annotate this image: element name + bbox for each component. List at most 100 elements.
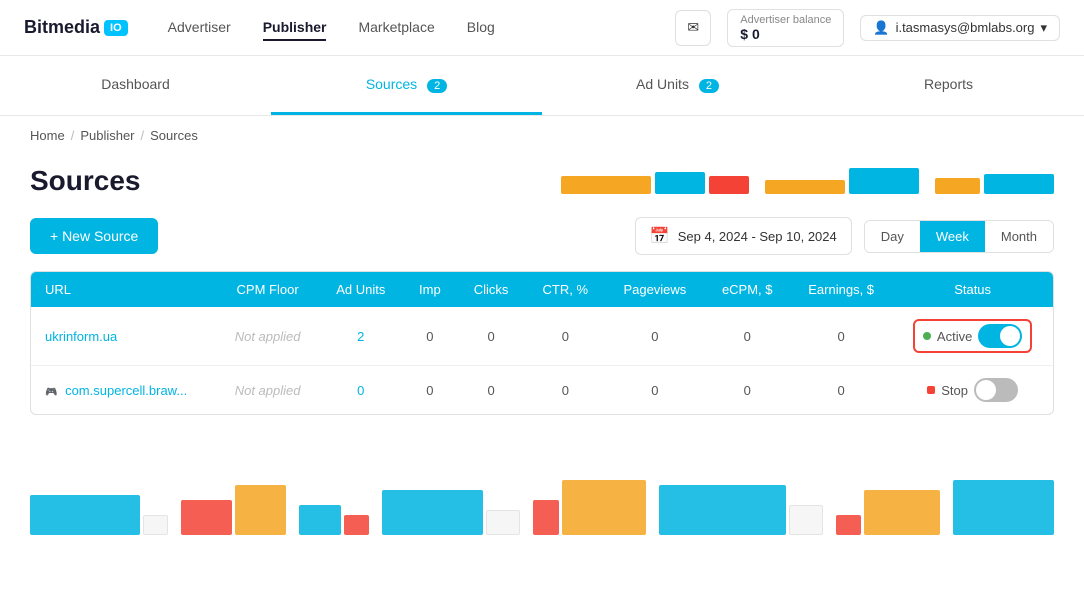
sources-table: URL CPM Floor Ad Units Imp Clicks CTR, %…: [30, 271, 1054, 415]
chevron-down-icon: ▾: [1040, 20, 1047, 36]
breadcrumb-publisher[interactable]: Publisher: [80, 128, 134, 143]
sub-nav-reports[interactable]: Reports: [813, 56, 1084, 115]
row1-earnings: 0: [790, 307, 892, 366]
user-menu[interactable]: 👤 i.tasmasys@bmlabs.org ▾: [860, 15, 1060, 41]
sources-header: Sources: [30, 165, 1054, 197]
row2-earnings: 0: [790, 366, 892, 415]
new-source-button[interactable]: + New Source: [30, 218, 158, 254]
col-cpm-floor: CPM Floor: [217, 272, 319, 307]
row1-status: Active: [892, 307, 1053, 366]
row1-toggle-knob: [1000, 326, 1020, 346]
row2-toggle-knob: [976, 380, 996, 400]
row1-ad-units: 2: [319, 307, 403, 366]
row1-url: ukrinform.ua: [31, 307, 217, 366]
row2-ad-units: 0: [319, 366, 403, 415]
table-body: ukrinform.ua Not applied 2 0 0 0 0 0 0: [31, 307, 1053, 414]
col-imp: Imp: [403, 272, 457, 307]
chart-bar-3: [709, 176, 749, 194]
col-ad-units: Ad Units: [319, 272, 403, 307]
row1-pageviews: 0: [605, 307, 704, 366]
row2-url: 🎮 com.supercell.braw...: [31, 366, 217, 415]
balance-amount: $ 0: [740, 26, 831, 42]
col-url: URL: [31, 272, 217, 307]
bottom-bar-2: [143, 515, 169, 535]
balance-label: Advertiser balance: [740, 14, 831, 26]
main-content: Sources + New Source 📅 Sep 4, 2024 - Sep…: [0, 165, 1084, 565]
page-title: Sources: [30, 165, 141, 197]
row1-cpm: Not applied: [217, 307, 319, 366]
sub-nav-ad-units[interactable]: Ad Units 2: [542, 56, 813, 115]
row2-ecpm: 0: [704, 366, 790, 415]
breadcrumb-sources: Sources: [150, 128, 198, 143]
bottom-bar-4: [235, 485, 286, 535]
bottom-bar-1: [30, 495, 140, 535]
sub-nav-dashboard[interactable]: Dashboard: [0, 56, 271, 115]
active-dot-icon: [923, 332, 931, 340]
header-right: ✉ Advertiser balance $ 0 👤 i.tasmasys@bm…: [675, 9, 1060, 47]
mail-icon: ✉: [687, 19, 699, 36]
bottom-bar-5: [299, 505, 341, 535]
row2-toggle[interactable]: [974, 378, 1018, 402]
col-ecpm: eCPM, $: [704, 272, 790, 307]
date-picker[interactable]: 📅 Sep 4, 2024 - Sep 10, 2024: [635, 217, 852, 255]
stop-square-icon: [927, 386, 935, 394]
bottom-bar-15: [953, 480, 1054, 535]
chart-bar-7: [984, 174, 1054, 194]
status-highlight-box: Active: [913, 319, 1032, 353]
toolbar: + New Source 📅 Sep 4, 2024 - Sep 10, 202…: [30, 217, 1054, 255]
bottom-bar-11: [659, 485, 786, 535]
period-week-button[interactable]: Week: [920, 221, 985, 252]
nav-blog[interactable]: Blog: [467, 15, 495, 41]
row2-ctr: 0: [525, 366, 605, 415]
chart-bar-1: [561, 176, 651, 194]
ad-units-badge: 2: [699, 79, 719, 93]
logo-badge: IO: [104, 20, 128, 36]
bottom-bar-10: [562, 480, 646, 535]
bottom-chart: [30, 455, 1054, 535]
calendar-icon: 📅: [650, 226, 670, 246]
logo: Bitmedia IO: [24, 17, 128, 38]
chart-bar-4: [765, 180, 845, 194]
nav-marketplace[interactable]: Marketplace: [358, 15, 434, 41]
row1-ecpm: 0: [704, 307, 790, 366]
user-email: i.tasmasys@bmlabs.org: [896, 20, 1035, 35]
row2-imp: 0: [403, 366, 457, 415]
nav-advertiser[interactable]: Advertiser: [168, 15, 231, 41]
col-clicks: Clicks: [457, 272, 525, 307]
logo-text: Bitmedia: [24, 17, 100, 38]
col-earnings: Earnings, $: [790, 272, 892, 307]
mail-button[interactable]: ✉: [675, 10, 711, 46]
row1-toggle[interactable]: [978, 324, 1022, 348]
bottom-bar-9: [533, 500, 558, 535]
row2-status-text: Stop: [941, 383, 968, 398]
sources-badge: 2: [427, 79, 447, 93]
row1-url-link[interactable]: ukrinform.ua: [45, 329, 117, 344]
col-pageviews: Pageviews: [605, 272, 704, 307]
breadcrumb-home[interactable]: Home: [30, 128, 65, 143]
table: URL CPM Floor Ad Units Imp Clicks CTR, %…: [31, 272, 1053, 414]
breadcrumb: Home / Publisher / Sources: [0, 116, 1084, 155]
user-icon: 👤: [873, 20, 889, 36]
bottom-bar-8: [486, 510, 520, 535]
nav-publisher[interactable]: Publisher: [263, 15, 327, 41]
row1-ad-units-link[interactable]: 2: [357, 329, 364, 344]
period-day-button[interactable]: Day: [865, 221, 920, 252]
row2-pageviews: 0: [605, 366, 704, 415]
col-status: Status: [892, 272, 1053, 307]
row1-clicks: 0: [457, 307, 525, 366]
sub-nav: Dashboard Sources 2 Ad Units 2 Reports: [0, 56, 1084, 116]
bottom-bar-6: [344, 515, 369, 535]
header-chart: [561, 168, 1054, 194]
sub-nav-sources[interactable]: Sources 2: [271, 56, 542, 115]
chart-bar-6: [935, 178, 980, 194]
row2-url-link[interactable]: com.supercell.braw...: [65, 383, 187, 398]
table-row: 🎮 com.supercell.braw... Not applied 0 0 …: [31, 366, 1053, 415]
main-nav: Advertiser Publisher Marketplace Blog: [168, 15, 676, 41]
row1-status-text: Active: [937, 329, 972, 344]
period-month-button[interactable]: Month: [985, 221, 1053, 252]
row2-ad-units-text: 0: [357, 383, 364, 398]
row1-imp: 0: [403, 307, 457, 366]
chart-bar-2: [655, 172, 705, 194]
breadcrumb-sep-1: /: [71, 128, 75, 143]
table-header: URL CPM Floor Ad Units Imp Clicks CTR, %…: [31, 272, 1053, 307]
